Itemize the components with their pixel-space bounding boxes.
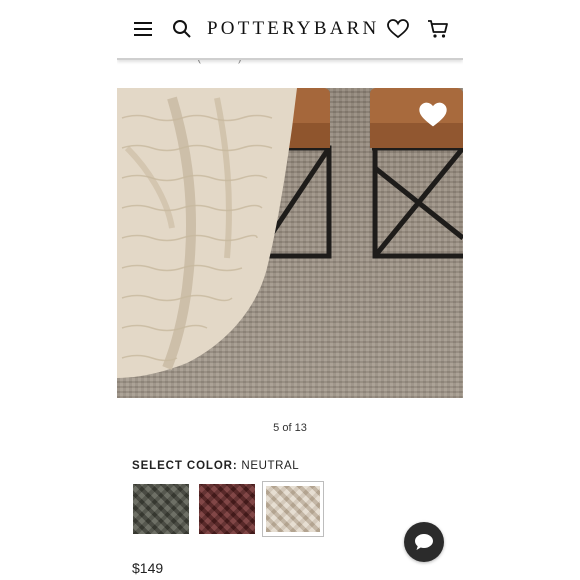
brand-logo[interactable]: POTTERYBARN: [207, 17, 376, 41]
chat-bubble-icon: [415, 534, 433, 550]
product-photo: [117, 88, 463, 378]
menu-icon[interactable]: [129, 15, 157, 43]
product-image[interactable]: [117, 88, 463, 398]
product-price: $149: [132, 560, 164, 576]
color-swatch-green[interactable]: [133, 484, 189, 534]
select-color-label: SELECT COLOR: NEUTRAL: [132, 460, 299, 472]
search-icon[interactable]: [168, 15, 196, 43]
color-swatch-neutral[interactable]: [266, 486, 320, 532]
favorite-heart-icon[interactable]: [419, 102, 449, 132]
select-color-heading: SELECT COLOR:: [132, 460, 238, 472]
cart-icon[interactable]: [424, 15, 452, 43]
heart-icon[interactable]: [384, 15, 412, 43]
chat-button[interactable]: [404, 522, 444, 562]
product-page: POTTERYBARN — — — — ( — — ) 5 of 13 SELE…: [117, 0, 463, 580]
selected-color-value: NEUTRAL: [241, 460, 300, 472]
site-header: POTTERYBARN: [117, 0, 463, 60]
image-counter: 5 of 13: [273, 422, 307, 434]
color-swatch-red[interactable]: [199, 484, 255, 534]
